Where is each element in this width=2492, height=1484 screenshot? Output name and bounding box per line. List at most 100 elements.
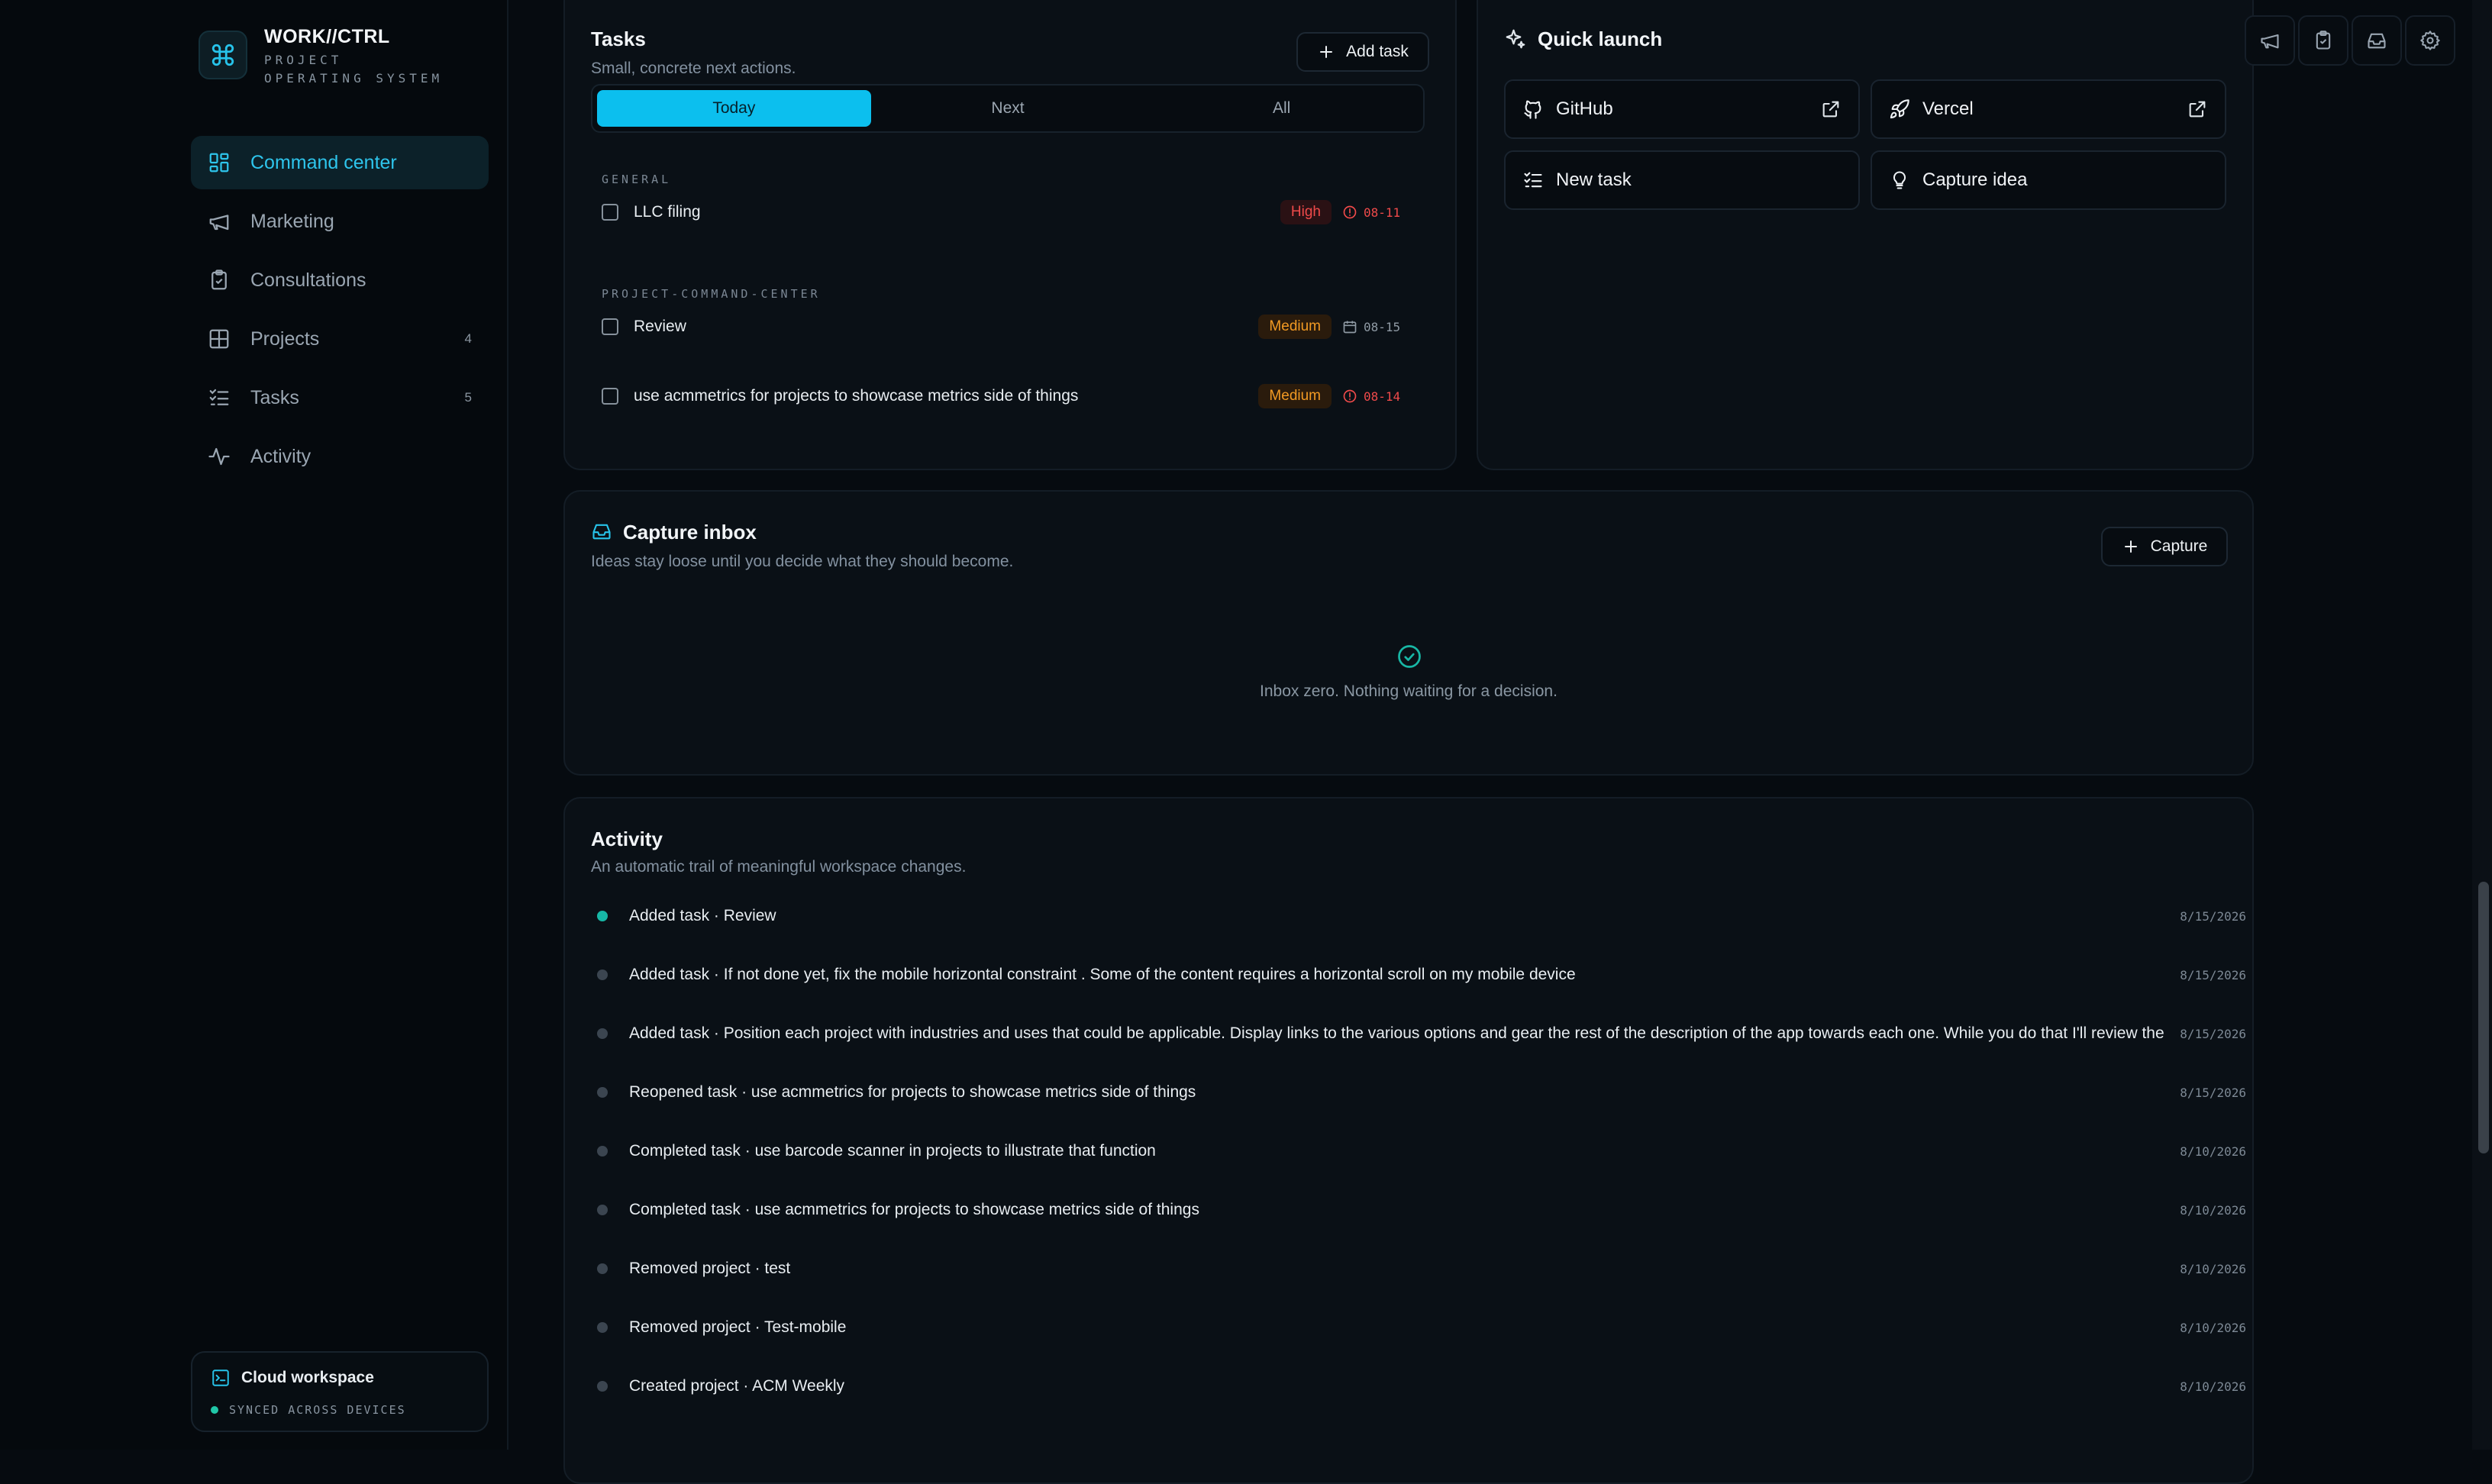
inbox-empty-text: Inbox zero. Nothing waiting for a decisi… (1260, 682, 1558, 700)
task-row: use acmmetrics for projects to showcase … (602, 381, 1403, 411)
activity-text: Added task · Review (629, 907, 776, 924)
megaphone-icon (2261, 34, 2279, 49)
activity-date: 8/10/2026 (2180, 1144, 2246, 1159)
sidebar-item-command-center[interactable]: Command center (191, 136, 489, 189)
inbox-shortcut-button[interactable] (2352, 15, 2402, 66)
tab-all[interactable]: All (1144, 90, 1419, 127)
github-icon (1524, 100, 1541, 119)
due-date-text: 08-11 (1364, 205, 1401, 220)
activity-dot (597, 911, 608, 921)
sidebar-item-projects[interactable]: Projects 4 (191, 312, 489, 366)
quick-launch-title: Quick launch (1538, 27, 1663, 50)
consultations-shortcut-button[interactable] (2298, 15, 2348, 66)
due-date: 08-11 (1342, 205, 1403, 220)
tasks-card: Tasks Small, concrete next actions. Add … (563, 0, 1457, 470)
activity-dot (597, 969, 608, 980)
plus-icon (1320, 46, 1333, 58)
marketing-shortcut-button[interactable] (2245, 15, 2295, 66)
external-link-icon (2189, 101, 2206, 118)
task-label[interactable]: Review (634, 318, 1258, 336)
task-checkbox[interactable] (602, 388, 618, 405)
scrollbar-track[interactable] (2472, 0, 2492, 1450)
activity-text: Removed project · Test-mobile (629, 1318, 847, 1336)
quick-launch-card: Quick launch GitHub Vercel New task Capt… (1477, 0, 2254, 470)
sidebar-item-label: Marketing (250, 210, 334, 232)
cloud-workspace-card[interactable]: Cloud workspace SYNCED ACROSS DEVICES (191, 1351, 489, 1432)
activity-date: 8/10/2026 (2180, 1202, 2246, 1218)
task-group-label: PROJECT-COMMAND-CENTER (602, 287, 821, 301)
sidebar-item-tasks[interactable]: Tasks 5 (191, 371, 489, 424)
checklist-icon (209, 389, 229, 405)
activity-text: Completed task · use acmmetrics for proj… (629, 1201, 1199, 1218)
activity-dot (597, 1263, 608, 1274)
sidebar-item-count: 4 (464, 331, 472, 346)
capture-inbox-subtitle: Ideas stay loose until you decide what t… (591, 553, 1014, 570)
tab-today[interactable]: Today (597, 90, 871, 127)
quick-launch-label: New task (1556, 169, 1632, 190)
inbox-icon (2368, 33, 2386, 49)
activity-item: Completed task · use acmmetrics for proj… (597, 1195, 2246, 1225)
sidebar-item-marketing[interactable]: Marketing (191, 195, 489, 248)
sidebar-item-label: Activity (250, 445, 312, 467)
settings-button[interactable] (2405, 15, 2455, 66)
inbox-icon (592, 524, 611, 540)
task-row: Review Medium 08-15 (602, 311, 1403, 342)
activity-dot (597, 1087, 608, 1098)
capture-button[interactable]: Capture (2101, 527, 2228, 566)
cloud-sync-status: SYNCED ACROSS DEVICES (229, 1403, 406, 1417)
activity-date: 8/15/2026 (2180, 1026, 2246, 1041)
clipboard-icon (211, 269, 227, 290)
task-checkbox[interactable] (602, 204, 618, 221)
sidebar-item-consultations[interactable]: Consultations (191, 253, 489, 307)
tab-next[interactable]: Next (871, 90, 1145, 127)
activity-date: 8/10/2026 (2180, 1320, 2246, 1335)
plus-icon (2124, 540, 2137, 553)
quick-launch-github[interactable]: GitHub (1504, 79, 1860, 139)
add-task-label: Add task (1346, 43, 1409, 60)
task-group-label: GENERAL (602, 173, 672, 186)
activity-dot (597, 1381, 608, 1392)
quick-launch-new-task[interactable]: New task (1504, 150, 1860, 210)
activity-text: Created project · ACM Weekly (629, 1377, 845, 1395)
activity-dot (597, 1146, 608, 1157)
rocket-icon (1890, 99, 1909, 119)
activity-dot (597, 1028, 608, 1039)
activity-dot (597, 1205, 608, 1215)
quick-launch-vercel[interactable]: Vercel (1871, 79, 2226, 139)
task-label[interactable]: use acmmetrics for projects to showcase … (634, 387, 1258, 405)
megaphone-icon (209, 215, 229, 231)
gear-icon (2420, 31, 2440, 50)
due-date: 08-15 (1342, 319, 1403, 334)
task-row: LLC filing High 08-11 (602, 197, 1403, 227)
activity-date: 8/15/2026 (2180, 1085, 2246, 1100)
add-task-button[interactable]: Add task (1296, 32, 1429, 72)
activity-text: Removed project · test (629, 1260, 791, 1277)
capture-button-label: Capture (2150, 537, 2208, 555)
scrollbar-thumb[interactable] (2478, 882, 2489, 1153)
sidebar-item-label: Consultations (250, 269, 366, 291)
quick-launch-capture-idea[interactable]: Capture idea (1871, 150, 2226, 210)
activity-card: Activity An automatic trail of meaningfu… (563, 797, 2254, 1484)
activity-text: Added task · Position each project with … (629, 1024, 2164, 1042)
quick-launch-label: Vercel (1922, 98, 1974, 119)
activity-dot (597, 1322, 608, 1333)
sidebar: WORK//CTRL PROJECT OPERATING SYSTEM Comm… (0, 0, 508, 1450)
task-label[interactable]: LLC filing (634, 203, 1280, 221)
priority-badge: Medium (1258, 315, 1332, 339)
capture-inbox-title: Capture inbox (623, 521, 757, 544)
external-link-icon (1822, 101, 1839, 118)
activity-text: Added task · If not done yet, fix the mo… (629, 966, 1576, 983)
sidebar-item-label: Command center (250, 151, 397, 173)
sidebar-item-count: 5 (464, 390, 472, 405)
activity-subtitle: An automatic trail of meaningful workspa… (591, 858, 967, 876)
quick-launch-label: Capture idea (1922, 169, 2028, 190)
pulse-icon (208, 447, 230, 466)
activity-title: Activity (591, 827, 663, 850)
alert-circle-icon (1343, 389, 1357, 403)
due-date-text: 08-15 (1364, 319, 1401, 334)
sidebar-item-activity[interactable]: Activity (191, 430, 489, 483)
brand[interactable]: WORK//CTRL PROJECT OPERATING SYSTEM (199, 26, 447, 88)
activity-item: Added task · Review 8/15/2026 (597, 901, 2246, 931)
task-checkbox[interactable] (602, 318, 618, 335)
quick-launch-label: GitHub (1556, 98, 1613, 119)
